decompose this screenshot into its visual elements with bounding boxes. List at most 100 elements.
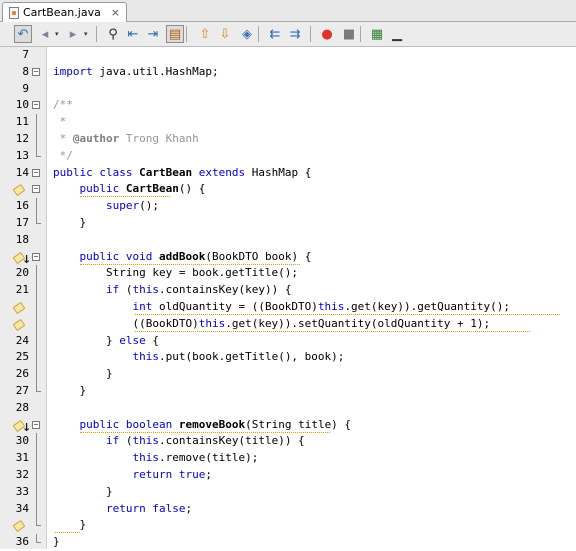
fold-collapse-icon[interactable]: −: [32, 252, 40, 261]
line-number: 31: [15, 451, 29, 465]
tab-cartbean-java[interactable]: CartBean.java ×: [2, 2, 128, 22]
code-text[interactable]: }: [53, 366, 113, 383]
fold-collapse-icon[interactable]: −: [32, 67, 40, 76]
code-line[interactable]: }: [0, 517, 576, 534]
last-edit-button[interactable]: ↶: [14, 25, 32, 43]
code-line[interactable]: − ↓ public boolean removeBook(String titl…: [0, 417, 576, 434]
code-text[interactable]: return true;: [53, 467, 212, 484]
hint-icon[interactable]: ↓: [12, 251, 31, 266]
code-text[interactable]: }: [53, 517, 86, 534]
line-number: 18: [15, 232, 29, 246]
back-button[interactable]: ◂: [36, 25, 54, 43]
code-line[interactable]: 31 this.remove(title);: [0, 450, 576, 467]
line-number: 26: [15, 367, 29, 381]
code-text[interactable]: *: [53, 114, 67, 131]
code-line[interactable]: 7: [0, 47, 576, 64]
code-line[interactable]: 9: [0, 81, 576, 98]
code-text[interactable]: /**: [53, 97, 73, 114]
overrides-arrow-icon[interactable]: ↓: [22, 253, 31, 266]
code-line[interactable]: 26 }: [0, 366, 576, 383]
overrides-arrow-icon[interactable]: ↓: [22, 421, 31, 434]
close-tab-icon[interactable]: ×: [111, 6, 120, 19]
code-line[interactable]: 16 super();: [0, 198, 576, 215]
fold-guide-line: [36, 450, 37, 467]
code-text[interactable]: public void addBook(BookDTO book) {: [53, 249, 312, 266]
code-line[interactable]: 12 * @author Trong Khanh: [0, 131, 576, 148]
line-number: 11: [15, 115, 29, 129]
code-line[interactable]: 17 }: [0, 215, 576, 232]
diff-button[interactable]: ▦: [368, 25, 386, 43]
code-line[interactable]: 21 if (this.containsKey(key)) {: [0, 282, 576, 299]
fold-collapse-icon[interactable]: −: [32, 101, 40, 110]
code-line[interactable]: − public CartBean() {: [0, 181, 576, 198]
fold-collapse-icon[interactable]: −: [32, 168, 40, 177]
code-line[interactable]: 36}: [0, 534, 576, 551]
code-line[interactable]: 27 }: [0, 383, 576, 400]
code-text[interactable]: this.put(book.getTitle(), book);: [53, 349, 344, 366]
code-line[interactable]: 20 String key = book.getTitle();: [0, 265, 576, 283]
code-line[interactable]: 14− public class CartBean extends HashMap…: [0, 165, 576, 182]
fold-collapse-icon[interactable]: −: [32, 185, 40, 194]
line-number: 9: [22, 81, 29, 95]
code-line[interactable]: 10− /**: [0, 97, 576, 114]
code-text[interactable]: public boolean removeBook(String title) …: [53, 417, 352, 434]
hint-icon[interactable]: [12, 301, 28, 315]
code-text[interactable]: int oldQuantity = ((BookDTO)this.get(key…: [53, 299, 510, 316]
code-line[interactable]: 34 return false;: [0, 500, 576, 518]
fold-collapse-icon[interactable]: −: [32, 420, 40, 429]
line-number: 12: [15, 132, 29, 145]
code-text[interactable]: ((BookDTO)this.get(key)).setQuantity(old…: [53, 316, 490, 333]
shift-right-button[interactable]: ⇉: [286, 25, 304, 43]
code-text[interactable]: import java.util.HashMap;: [53, 64, 219, 81]
forward-button[interactable]: ▸: [64, 25, 82, 43]
dropdown-arrow-icon[interactable]: ▾: [55, 30, 59, 38]
code-line[interactable]: 28: [0, 400, 576, 417]
code-text[interactable]: public class CartBean extends HashMap {: [53, 165, 311, 182]
code-text[interactable]: String key = book.getTitle();: [53, 265, 298, 282]
code-text[interactable]: if (this.containsKey(title)) {: [53, 433, 305, 450]
fold-guide-line: [36, 483, 37, 501]
code-line[interactable]: 13 */: [0, 147, 576, 165]
code-text[interactable]: }: [53, 534, 60, 551]
code-text[interactable]: * @author Trong Khanh: [53, 131, 199, 148]
code-text[interactable]: super();: [53, 198, 159, 215]
toggle-highlight-button[interactable]: ▤: [166, 25, 184, 43]
next-bookmark-button[interactable]: ⇩: [216, 25, 234, 43]
code-text[interactable]: } else {: [53, 333, 159, 350]
toggle-bookmark-button[interactable]: ◈: [238, 25, 256, 43]
code-line[interactable]: ((BookDTO)this.get(key)).setQuantity(old…: [0, 315, 576, 333]
fold-guide-line: [36, 114, 37, 131]
code-line[interactable]: 30 if (this.containsKey(title)) {: [0, 433, 576, 451]
code-text[interactable]: return false;: [53, 501, 192, 518]
code-text[interactable]: }: [53, 215, 86, 232]
hint-icon[interactable]: [12, 520, 28, 533]
find-next-button[interactable]: ⇥: [144, 25, 162, 43]
code-line[interactable]: 32 return true;: [0, 467, 576, 484]
comment-button[interactable]: ▁: [388, 25, 406, 43]
code-line[interactable]: 8− import java.util.HashMap;: [0, 64, 576, 81]
hint-icon[interactable]: ↓: [12, 419, 31, 434]
code-text[interactable]: public CartBean() {: [53, 181, 206, 198]
shift-left-button[interactable]: ⇇: [266, 25, 284, 43]
code-line[interactable]: 24 } else {: [0, 332, 576, 350]
code-line[interactable]: 25 this.put(book.getTitle(), book);: [0, 349, 576, 367]
record-macro-button[interactable]: ●: [318, 25, 336, 43]
find-previous-button[interactable]: ⇤: [124, 25, 142, 43]
code-editor[interactable]: 7 8− import java.util.HashMap; 9 10−/** 11 * 1…: [0, 47, 576, 549]
code-text[interactable]: if (this.containsKey(key)) {: [53, 282, 291, 299]
code-text[interactable]: }: [53, 383, 86, 400]
hint-icon[interactable]: [12, 184, 28, 197]
code-text[interactable]: }: [53, 484, 113, 501]
find-button[interactable]: ⚲: [104, 25, 122, 43]
code-line[interactable]: − ↓ public void addBook(BookDTO book) {: [0, 249, 576, 266]
stop-macro-button[interactable]: ■: [340, 25, 358, 43]
code-line[interactable]: 11 *: [0, 114, 576, 131]
code-line[interactable]: int oldQuantity = ((BookDTO)this.get(key…: [0, 299, 576, 316]
code-line[interactable]: 18: [0, 232, 576, 249]
code-text[interactable]: */: [53, 148, 73, 165]
hint-icon[interactable]: [12, 318, 28, 331]
previous-bookmark-button[interactable]: ⇧: [196, 25, 214, 43]
code-text[interactable]: this.remove(title);: [53, 450, 258, 467]
dropdown-arrow-icon[interactable]: ▾: [84, 30, 88, 38]
code-line[interactable]: 33 }: [0, 483, 576, 501]
